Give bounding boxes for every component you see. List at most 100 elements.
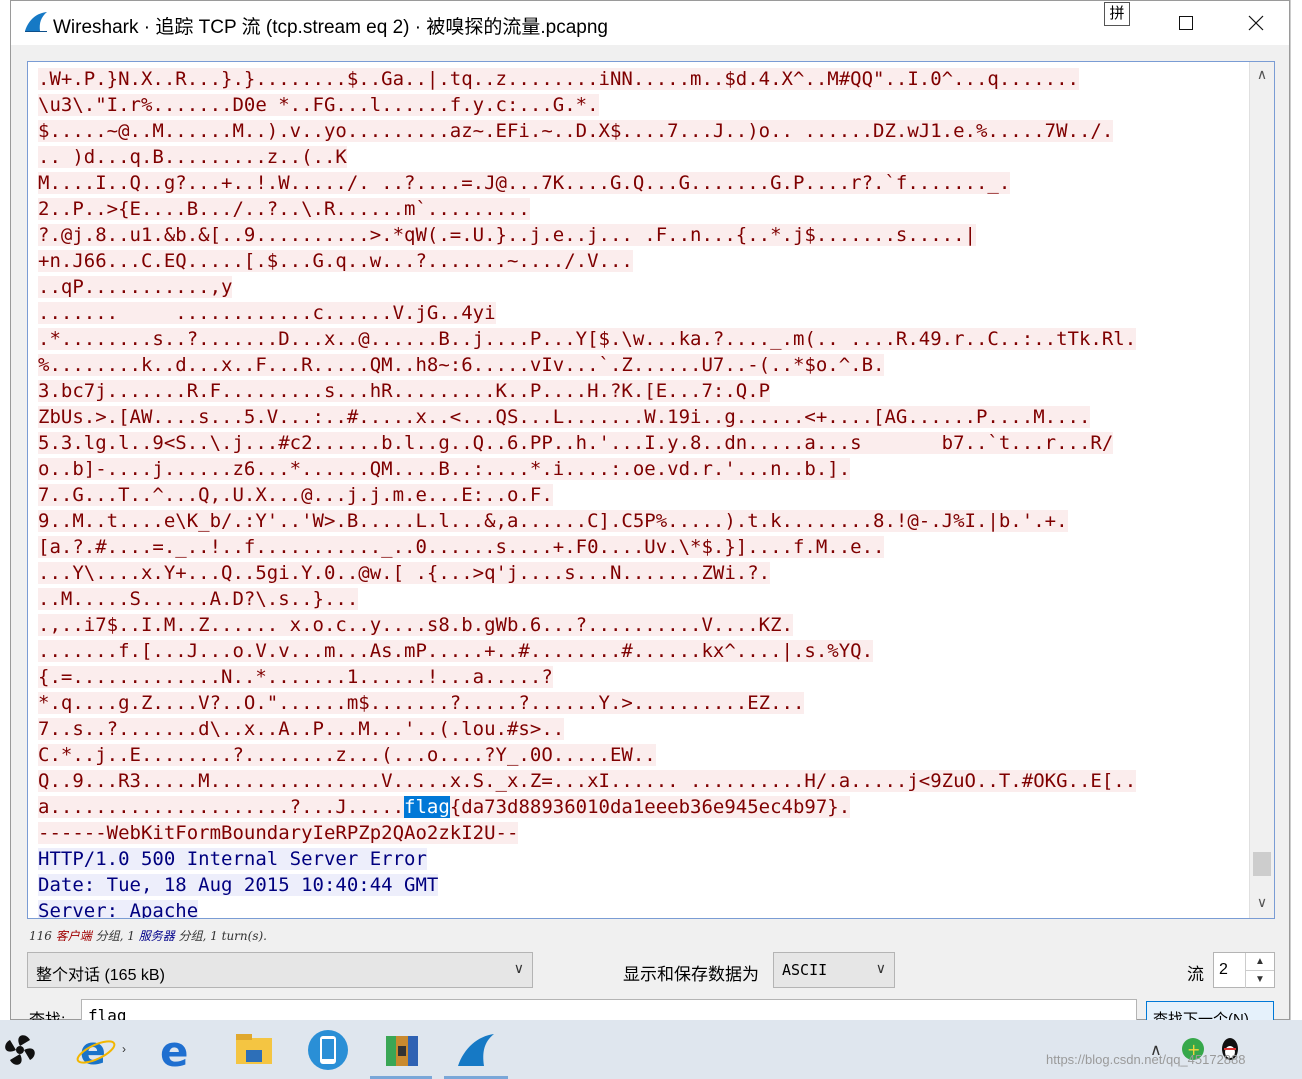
chevron-down-icon: ∨ [513, 960, 524, 976]
client-data-text: %........k..d...x..F...R.....QM..h8~:6..… [38, 354, 885, 376]
client-data-line: 7..G...T..^...Q,.U.X...@...j.j.m.e...E:.… [38, 482, 1136, 508]
client-data-text: {.=.............N..*.......1......!...a.… [38, 666, 553, 688]
scroll-thumb[interactable] [1253, 852, 1271, 876]
show-data-as-label: 显示和保存数据为 [623, 965, 759, 984]
boundary-line: ------WebKitFormBoundaryIeRPZp2QAo2zkI2U… [38, 820, 1136, 846]
client-data-line: 7..s..?.......d\..x..A..P...M...'..(.lou… [38, 716, 1136, 742]
client-data-text: 7..s..?.......d\..x..A..P...M...'..(.lou… [38, 718, 565, 740]
client-data-text: Q..9...R3.....M...............V.....x.S.… [38, 770, 1137, 792]
client-data-line: ...Y\....x.Y+...Q..5gi.Y.0..@w.[ .{...>q… [38, 560, 1136, 586]
conversation-select-value: 整个对话 (165 kB) [36, 967, 165, 984]
flag-data-line: a.....................?...J.....flag{da7… [38, 794, 1136, 820]
client-data-line: 5.3.lg.l..9<S..\.j...#c2......b.l..g..Q.… [38, 430, 1136, 456]
stream-number-value: 2 [1219, 961, 1228, 978]
client-data-line: 9..M..t....e\K_b/.:Y'..'W>.B.....L.l...&… [38, 508, 1136, 534]
stream-number-label: 流 [1187, 965, 1204, 984]
client-data-line: +n.J66...C.EQ.....[.$...G.q..w...?......… [38, 248, 1136, 274]
client-data-line: Q..9...R3.....M...............V.....x.S.… [38, 768, 1137, 794]
server-data-text: Date: Tue, 18 Aug 2015 10:40:44 GMT [38, 874, 439, 896]
close-icon [1248, 15, 1264, 31]
client-data-line: 3.bc7j.......R.F.........s...hR.........… [38, 378, 1136, 404]
archive-app-icon[interactable] [380, 1028, 424, 1072]
vertical-scrollbar[interactable]: ∧ ∨ [1249, 62, 1274, 918]
chevron-right-icon[interactable]: › [122, 1042, 126, 1056]
client-data-text: 9..M..t....e\K_b/.:Y'..'W>.B.....L.l...&… [38, 510, 1068, 532]
client-label: 客户端 [55, 929, 92, 943]
client-data-text: C.*..j..E........?........z...(...o....?… [38, 744, 656, 766]
client-data-text: 3.bc7j.......R.F.........s...hR.........… [38, 380, 771, 402]
internet-explorer-icon[interactable]: e [76, 1028, 120, 1072]
client-data-text: ?.@j.8..u1.&b.&[..9..........>.*qW(.=.U.… [38, 224, 976, 246]
client-data-text: M....I..Q..g?...+..!.W...../. ..?....=.J… [38, 172, 1011, 194]
server-label: 服务器 [138, 929, 175, 943]
csdn-watermark: https://blog.csdn.net/qq_45172888 [1046, 1052, 1246, 1067]
client-data-line: .,..i7$..I.M..Z...... x.o.c..y....s8.b.g… [38, 612, 1136, 638]
client-data-text: .,..i7$..I.M..Z...... x.o.c..y....s8.b.g… [38, 614, 793, 636]
client-data-text: 2..P..>{E....B.../..?..\.R......m`......… [38, 198, 530, 220]
client-data-line: $.....~@..M......M..).v..yo.........az~.… [38, 118, 1136, 144]
server-data-line: Date: Tue, 18 Aug 2015 10:40:44 GMT [38, 872, 1136, 898]
client-data-line: ....... ............c......V.jG..4yi [38, 300, 1136, 326]
client-data-text: +n.J66...C.EQ.....[.$...G.q..w...?......… [38, 250, 633, 272]
client-data-text: .. )d...q.B.........z..(..K [38, 146, 347, 168]
file-explorer-icon[interactable] [232, 1028, 276, 1072]
scroll-up-arrow-icon[interactable]: ∧ [1250, 66, 1274, 86]
phone-app-icon[interactable] [306, 1028, 350, 1072]
wireshark-app-icon[interactable] [454, 1028, 498, 1072]
boundary-text: ------WebKitFormBoundaryIeRPZp2QAo2zkI2U… [38, 822, 519, 844]
maximize-icon [1179, 16, 1193, 30]
client-data-text: 7..G...T..^...Q,.U.X...@...j.j.m.e...E:.… [38, 484, 553, 506]
close-button[interactable] [1221, 1, 1291, 45]
maximize-button[interactable] [1151, 1, 1221, 45]
chevron-down-icon: ∨ [875, 960, 886, 976]
client-data-text: $.....~@..M......M..).v..yo.........az~.… [38, 120, 1114, 142]
title-bar[interactable]: Wireshark · 追踪 TCP 流 (tcp.stream eq 2) ·… [11, 1, 1289, 45]
client-data-text: ...Y\....x.Y+...Q..5gi.Y.0..@w.[ .{...>q… [38, 562, 771, 584]
client-data-line: ..M.....S......A.D?\.s..}... [38, 586, 1136, 612]
follow-tcp-stream-window: Wireshark · 追踪 TCP 流 (tcp.stream eq 2) ·… [10, 0, 1290, 1031]
server-data-line: Server: Apache [38, 898, 1136, 918]
stream-status-text: 116 客户端 分组, 1 服务器 分组, 1 turn(s). [29, 927, 267, 944]
encoding-select-value: ASCII [782, 961, 828, 979]
client-data-line: ?.@j.8..u1.&b.&[..9..........>.*qW(.=.U.… [38, 222, 1136, 248]
spin-down-icon[interactable]: ▼ [1245, 970, 1274, 988]
client-data-line: {.=.............N..*.......1......!...a.… [38, 664, 1136, 690]
client-data-line: .. )d...q.B.........z..(..K [38, 144, 1136, 170]
spin-up-icon[interactable]: ▲ [1245, 953, 1274, 970]
client-data-line: *.q....g.Z....V?..O."......m$.......?...… [38, 690, 1136, 716]
client-data-text: ZbUs.>.[AW....s...5.V...:..#.....x..<...… [38, 406, 1091, 428]
flag-search-match: flag [404, 796, 450, 818]
client-packet-count: 116 [29, 929, 52, 943]
scroll-down-arrow-icon[interactable]: ∨ [1250, 894, 1274, 914]
client-data-line: \u3\."I.r%.......D0e *..FG...l......f.y.… [38, 92, 1136, 118]
background-window-right [1290, 0, 1302, 1079]
pinwheel-app-icon[interactable] [0, 1030, 40, 1070]
client-data-text: *.q....g.Z....V?..O."......m$.......?...… [38, 692, 805, 714]
flag-value: {da73d88936010da1eeeb36e945ec4b97}. [449, 796, 851, 818]
client-data-line: M....I..Q..g?...+..!.W...../. ..?....=.J… [38, 170, 1136, 196]
client-data-text: ....... ............c......V.jG..4yi [38, 302, 496, 324]
client-data-line: o..b]-....j......z6...*......QM....B..:.… [38, 456, 1136, 482]
client-data-line: 2..P..>{E....B.../..?..\.R......m`......… [38, 196, 1136, 222]
encoding-select[interactable]: ASCII ∨ [773, 952, 895, 988]
status-text-turns: 分组, 1 turn(s). [178, 929, 267, 943]
client-data-line: ZbUs.>.[AW....s...5.V...:..#.....x..<...… [38, 404, 1136, 430]
client-data-text: [a.?.#....=._..!..f..........._..0......… [38, 536, 885, 558]
stream-number-spinbox[interactable]: 2 ▲ ▼ [1213, 952, 1275, 988]
client-data-line: .W+.P.}N.X..R...}.}........$..Ga..|.tq..… [38, 66, 1136, 92]
conversation-select[interactable]: 整个对话 (165 kB) ∨ [27, 952, 533, 988]
client-data-text: .*........s..?.......D...x..@......B..j.… [38, 328, 1137, 350]
ime-pinyin-indicator[interactable]: 拼 [1104, 2, 1130, 26]
server-data-text: Server: Apache [38, 900, 199, 918]
client-data-text: .W+.P.}N.X..R...}.}........$..Ga..|.tq..… [38, 68, 1079, 90]
status-text-packets: 分组, [95, 929, 124, 943]
client-data-line: .......f.[...J...o.V.v...m...As.mP.....+… [38, 638, 1136, 664]
svg-text:e: e [160, 1028, 189, 1072]
stream-content-area[interactable]: .W+.P.}N.X..R...}.}........$..Ga..|.tq..… [27, 61, 1275, 919]
client-data-text: o..b]-....j......z6...*......QM....B..:.… [38, 458, 851, 480]
client-data-text: \u3\."I.r%.......D0e *..FG...l......f.y.… [38, 94, 599, 116]
stream-text: .W+.P.}N.X..R...}.}........$..Ga..|.tq..… [38, 66, 1137, 918]
client-data-text: 5.3.lg.l..9<S..\.j...#c2......b.l..g..Q.… [38, 432, 1114, 454]
client-data-line: .*........s..?.......D...x..@......B..j.… [38, 326, 1137, 352]
edge-browser-icon[interactable]: e [156, 1028, 200, 1072]
